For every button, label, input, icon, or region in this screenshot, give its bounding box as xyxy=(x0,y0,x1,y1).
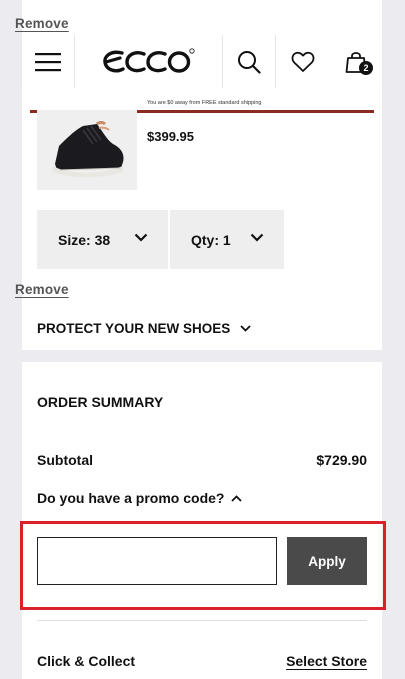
menu-button[interactable] xyxy=(22,35,75,88)
chevron-down-icon xyxy=(240,325,251,332)
subtotal-value: $729.90 xyxy=(316,452,367,468)
shipping-message: You are $0 away from FREE standard shipp… xyxy=(147,100,262,106)
qty-label: Qty: 1 xyxy=(191,231,231,248)
quantity-selector[interactable]: Qty: 1 xyxy=(170,210,284,269)
divider xyxy=(37,620,367,621)
protect-label: PROTECT YOUR NEW SHOES xyxy=(37,321,231,336)
size-selector[interactable]: Size: 38 xyxy=(37,210,168,269)
promo-question: Do you have a promo code? xyxy=(37,490,225,506)
search-icon xyxy=(238,50,261,74)
click-collect-label: Click & Collect xyxy=(37,653,136,669)
remove-link[interactable]: Remove xyxy=(15,16,69,31)
bag-button[interactable]: 2 xyxy=(329,35,382,88)
ecco-logo xyxy=(102,47,195,73)
chevron-down-icon xyxy=(250,233,264,242)
product-image[interactable] xyxy=(37,110,137,190)
promo-code-input[interactable] xyxy=(37,537,277,585)
remove-link[interactable]: Remove xyxy=(15,282,69,297)
heart-icon xyxy=(291,51,314,72)
favorites-button[interactable] xyxy=(276,35,329,88)
shoe-image xyxy=(53,121,124,178)
site-header: 2 xyxy=(22,35,382,88)
chevron-up-icon xyxy=(231,494,243,502)
subtotal-label: Subtotal xyxy=(37,452,93,468)
size-label: Size: 38 xyxy=(58,231,111,248)
search-button[interactable] xyxy=(223,35,276,88)
select-store-link[interactable]: Select Store xyxy=(286,653,367,669)
promo-code-toggle[interactable]: Do you have a promo code? xyxy=(37,490,243,506)
apply-button[interactable]: Apply xyxy=(287,537,367,585)
brand-logo[interactable] xyxy=(75,35,223,88)
order-summary-title: ORDER SUMMARY xyxy=(37,394,164,410)
chevron-down-icon xyxy=(134,233,148,242)
hamburger-menu-icon xyxy=(35,52,61,71)
product-price: $399.95 xyxy=(147,129,194,144)
protect-shoes-toggle[interactable]: PROTECT YOUR NEW SHOES xyxy=(37,321,251,336)
bag-count-badge: 2 xyxy=(359,61,373,75)
